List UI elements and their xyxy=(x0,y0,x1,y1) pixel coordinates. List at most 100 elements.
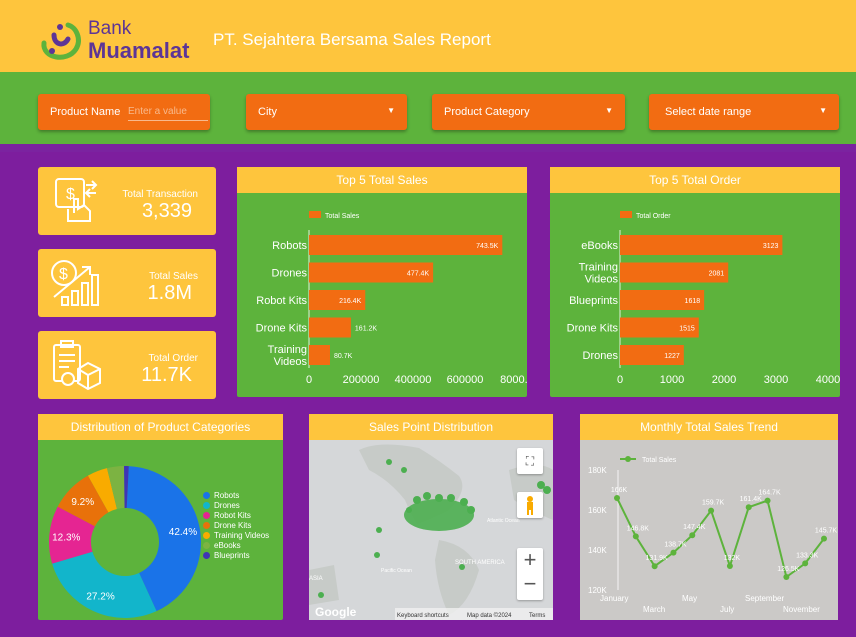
trend-point-label: 138.7K xyxy=(664,542,687,549)
trend-point-label: 132K xyxy=(724,555,741,562)
trend-point[interactable] xyxy=(651,563,658,570)
category-label: Robot Kits xyxy=(256,295,307,307)
pie-legend-item[interactable]: Drone Kits xyxy=(203,520,269,530)
pie-legend: Robots Drones Robot Kits Drone Kits Training… xyxy=(203,490,269,560)
bar-value-label: 1515 xyxy=(679,326,695,333)
map-label-atlantic: Atlantic Ocean xyxy=(487,518,520,524)
pie-slice-label: 27.2% xyxy=(86,592,114,603)
x-tick-label: 200000 xyxy=(343,374,380,386)
product-category-dropdown[interactable]: Product Category ▼ xyxy=(432,94,625,130)
bar[interactable] xyxy=(309,235,503,255)
kpi-total-order: Total Order 11.7K xyxy=(38,331,216,399)
category-label: Training xyxy=(579,262,618,274)
pie-slice-label: 42.4% xyxy=(169,527,197,538)
trend-point-label: 131.9K xyxy=(646,555,669,562)
legend-dot-icon xyxy=(203,541,210,549)
bar-value-label: 3123 xyxy=(763,243,779,250)
kpi-label: Total Order xyxy=(148,353,198,364)
category-label: Blueprints xyxy=(569,295,618,307)
top-sales-chart: Total Sales Robots 743.5K Drones 477.4K Robo… xyxy=(256,211,527,386)
x-tick-label: 8000... xyxy=(500,374,527,386)
trend-point[interactable] xyxy=(821,535,827,542)
pie-legend-item[interactable]: Training Videos xyxy=(203,530,269,540)
product-name-input[interactable]: Enter a value xyxy=(128,106,208,121)
pie-slice-label: 12.3% xyxy=(52,532,80,543)
trend-point[interactable] xyxy=(632,533,639,540)
kpi-label: Total Transaction xyxy=(122,189,198,200)
zoom-out-icon[interactable]: − xyxy=(517,572,543,596)
trend-point[interactable] xyxy=(783,574,790,580)
pie-legend-item[interactable]: Drones xyxy=(203,500,269,510)
bar-value-label: 216.4K xyxy=(339,298,362,305)
kpi-total-sales: $ Total Sales 1.8M xyxy=(38,249,216,317)
city-dropdown[interactable]: City ▼ xyxy=(246,94,407,130)
zoom-controls[interactable]: + − xyxy=(517,548,543,600)
trend-point[interactable] xyxy=(726,563,733,569)
kpi-value: 11.7K xyxy=(141,364,192,386)
legend-swatch xyxy=(309,211,321,218)
trend-point[interactable] xyxy=(802,560,809,567)
city-label: City xyxy=(258,106,277,118)
kpi-value: 1.8M xyxy=(147,282,192,304)
map-terms-link[interactable]: Terms xyxy=(529,613,545,619)
chevron-down-icon: ▼ xyxy=(387,106,395,115)
date-range-picker[interactable]: Select date range ▼ xyxy=(649,94,839,130)
kpi-value: 3,339 xyxy=(141,200,192,222)
map-label-south-america: SOUTH AMERICA xyxy=(455,560,505,566)
trend-point[interactable] xyxy=(670,549,677,556)
legend-dot-icon xyxy=(203,531,210,539)
category-label: Drone Kits xyxy=(256,323,308,335)
pegman-icon[interactable] xyxy=(517,492,543,518)
legend-dot-icon xyxy=(203,551,210,559)
legend-label: Robots xyxy=(214,490,240,500)
pie-slice-label: 9.2% xyxy=(71,497,94,508)
category-label: Drones xyxy=(272,268,308,280)
map-title: Sales Point Distribution xyxy=(309,414,553,440)
category-distribution-card: Distribution of Product Categories 42.4%… xyxy=(38,414,283,620)
pie-slice[interactable] xyxy=(52,551,157,618)
trend-point[interactable] xyxy=(764,497,771,504)
trend-point[interactable] xyxy=(614,495,620,501)
map-shortcuts-link[interactable]: Keyboard shortcuts xyxy=(397,613,449,619)
pie-legend-item[interactable]: eBooks xyxy=(203,540,269,550)
logo-name-text: Muamalat xyxy=(88,38,190,63)
map-label-pacific: Pacific Ocean xyxy=(381,568,412,574)
fullscreen-icon[interactable]: ⛶ xyxy=(517,448,543,474)
order-box-icon xyxy=(53,340,101,391)
chevron-down-icon: ▼ xyxy=(819,106,827,115)
legend-dot-icon xyxy=(203,511,210,519)
x-tick-label: 3000 xyxy=(764,374,788,386)
trend-point-label: 126.5K xyxy=(777,566,800,573)
trend-point[interactable] xyxy=(745,504,752,511)
category-label: Robots xyxy=(272,240,307,252)
zoom-in-icon[interactable]: + xyxy=(517,548,543,572)
product-name-filter[interactable]: Product Name Enter a value xyxy=(38,94,210,130)
bar[interactable] xyxy=(309,345,330,365)
x-tick-label: July xyxy=(720,605,734,614)
bar-value-label: 743.5K xyxy=(476,243,499,250)
pie-legend-item[interactable]: Robot Kits xyxy=(203,510,269,520)
x-tick-label: 1000 xyxy=(660,374,684,386)
bar[interactable] xyxy=(309,317,351,338)
legend-label: Drone Kits xyxy=(214,520,252,530)
trend-point-label: 166K xyxy=(611,487,628,494)
trend-point[interactable] xyxy=(708,507,715,514)
trend-point-label: 147.4K xyxy=(683,524,706,531)
bank-logo-icon xyxy=(41,22,81,60)
pie-legend-item[interactable]: Robots xyxy=(203,490,269,500)
bar[interactable] xyxy=(620,235,783,255)
header: Bank Muamalat PT. Sejahtera Bersama Sale… xyxy=(0,0,856,72)
x-tick-label: 0 xyxy=(617,374,623,386)
legend-label: Total Order xyxy=(636,213,671,220)
pie-legend-item[interactable]: Blueprints xyxy=(203,550,269,560)
category-label: Videos xyxy=(585,274,619,286)
category-label: Product Category xyxy=(444,106,530,118)
trend-point[interactable] xyxy=(689,532,696,539)
legend-label: Robot Kits xyxy=(214,510,251,520)
trend-legend-label: Total Sales xyxy=(642,457,677,464)
map-canvas[interactable]: SOUTH AMERICA Pacific Ocean Atlantic Oce… xyxy=(309,440,553,620)
legend-label: Blueprints xyxy=(214,550,250,560)
trend-point-label: 146.8K xyxy=(627,525,650,532)
top-order-title: Top 5 Total Order xyxy=(550,167,840,193)
x-tick-label: May xyxy=(682,594,697,603)
